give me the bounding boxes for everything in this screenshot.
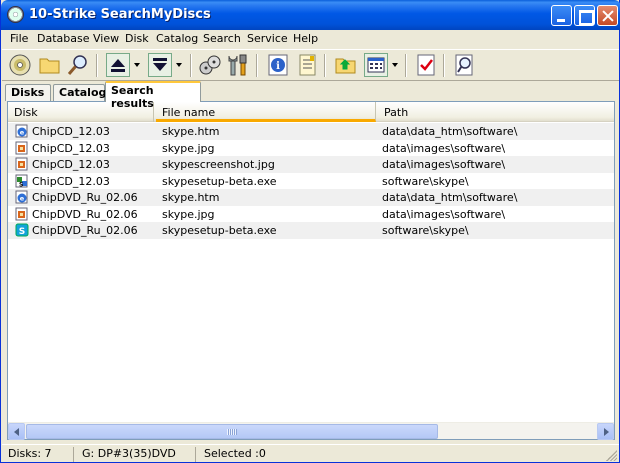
- svg-text:e: e: [20, 195, 25, 203]
- tab-catalog[interactable]: Catalog: [53, 84, 106, 101]
- toolbar-separator: [405, 54, 407, 77]
- row-path: data\data_htm\software\: [382, 191, 518, 204]
- table-row[interactable]: S ChipCD_12.03 skypesetup-beta.exe softw…: [8, 173, 614, 190]
- html-file-icon: e: [15, 190, 28, 204]
- tab-search-results[interactable]: Search results: [105, 81, 201, 110]
- eject-dropdown-arrow[interactable]: [134, 63, 140, 67]
- row-file-name: skypescreenshot.jpg: [162, 158, 275, 171]
- title-bar[interactable]: 10-Strike SearchMyDiscs: [1, 0, 620, 30]
- table-row[interactable]: ChipCD_12.03 skype.jpg data\images\softw…: [8, 140, 614, 157]
- table-row[interactable]: e ChipDVD_Ru_02.06 skype.htm data\data_h…: [8, 189, 614, 206]
- image-file-icon: [15, 141, 28, 154]
- scan-reels-icon[interactable]: [198, 53, 222, 77]
- menu-help[interactable]: Help: [293, 32, 318, 45]
- load-dropdown-arrow[interactable]: [176, 63, 182, 67]
- disk-info-icon[interactable]: i: [266, 53, 290, 77]
- table-row[interactable]: S ChipDVD_Ru_02.06 skypesetup-beta.exe s…: [8, 222, 614, 239]
- svg-text:i: i: [276, 61, 280, 72]
- window-title: 10-Strike SearchMyDiscs: [29, 7, 211, 22]
- row-path: data\images\software\: [382, 141, 506, 155]
- svg-text:e: e: [20, 129, 25, 137]
- row-file-name: skype.jpg: [162, 207, 215, 221]
- row-disk: ChipCD_12.03: [32, 158, 110, 171]
- scroll-grip-icon: [227, 429, 237, 435]
- row-file-name: skype.jpg: [162, 141, 215, 155]
- row-disk: ChipCD_12.03: [32, 125, 110, 138]
- scroll-right-button[interactable]: [597, 423, 614, 440]
- column-header-file-name[interactable]: File name: [156, 102, 376, 122]
- tab-disks[interactable]: Disks: [5, 84, 51, 101]
- menu-search[interactable]: Search: [203, 32, 241, 45]
- toolbar-separator: [96, 54, 98, 77]
- status-disks: Disks: 7: [4, 447, 74, 462]
- app-window: 10-Strike SearchMyDiscs File Database Vi…: [0, 0, 620, 463]
- open-folder-icon[interactable]: [38, 53, 62, 77]
- row-path: data\data_htm\software\: [382, 125, 518, 138]
- toolbar-separator: [256, 54, 258, 77]
- close-button[interactable]: [597, 5, 618, 26]
- up-folder-icon[interactable]: [334, 53, 358, 77]
- table-row[interactable]: ChipCD_12.03 skypescreenshot.jpg data\im…: [8, 156, 614, 173]
- cd-add-icon[interactable]: [8, 53, 32, 77]
- menu-bar: File Database View Disk Catalog Search S…: [2, 30, 619, 49]
- scroll-thumb[interactable]: [26, 424, 438, 439]
- row-path: software\skype\: [382, 174, 469, 188]
- status-selected: Selected :0: [204, 447, 266, 460]
- toolbar: i: [2, 49, 619, 81]
- status-bar: Disks: 7 G: DP#3(35)DVD Selected :0: [2, 444, 619, 462]
- search-doc-icon[interactable]: [452, 53, 476, 77]
- menu-file[interactable]: File: [10, 32, 28, 45]
- toolbar-separator: [443, 54, 445, 77]
- row-disk: ChipCD_12.03: [32, 141, 110, 155]
- catalog-report-icon[interactable]: [296, 53, 320, 77]
- check-list-icon[interactable]: [414, 53, 438, 77]
- list-header: Disk File name Path: [8, 102, 614, 122]
- table-row[interactable]: e ChipCD_12.03 skype.htm data\data_htm\s…: [8, 123, 614, 140]
- tools-icon[interactable]: [226, 53, 250, 77]
- menu-service[interactable]: Service: [247, 32, 288, 45]
- image-file-icon: [15, 157, 28, 171]
- search-results-list[interactable]: Disk File name Path e ChipCD_12.03 skype…: [7, 101, 615, 440]
- maximize-button[interactable]: [574, 5, 595, 26]
- list-rows: e ChipCD_12.03 skype.htm data\data_htm\s…: [8, 123, 614, 239]
- row-path: software\skype\: [382, 224, 469, 237]
- row-disk: ChipCD_12.03: [32, 174, 110, 188]
- resize-grip-icon[interactable]: [606, 450, 617, 461]
- html-file-icon: e: [15, 124, 28, 138]
- view-dropdown-arrow[interactable]: [392, 63, 398, 67]
- image-file-icon: [15, 207, 28, 220]
- status-drive: G: DP#3(35)DVD: [78, 447, 196, 462]
- row-path: data\images\software\: [382, 207, 506, 221]
- row-file-name: skypesetup-beta.exe: [162, 224, 277, 237]
- svg-text:S: S: [19, 227, 25, 237]
- installer-file-icon: S: [15, 223, 29, 237]
- row-file-name: skype.htm: [162, 125, 220, 138]
- menu-catalog[interactable]: Catalog: [156, 32, 198, 45]
- row-file-name: skype.htm: [162, 191, 220, 204]
- row-path: data\images\software\: [382, 158, 506, 171]
- menu-database[interactable]: Database: [37, 32, 90, 45]
- menu-disk[interactable]: Disk: [125, 32, 149, 45]
- minimize-button[interactable]: [551, 5, 572, 26]
- eject-icon[interactable]: [106, 53, 130, 77]
- scroll-left-button[interactable]: [8, 423, 25, 440]
- setup-file-icon: S: [15, 174, 28, 188]
- view-mode-icon[interactable]: [364, 53, 388, 77]
- toolbar-separator: [190, 54, 192, 77]
- row-disk: ChipDVD_Ru_02.06: [32, 224, 138, 237]
- load-icon[interactable]: [148, 53, 172, 77]
- toolbar-separator: [324, 54, 326, 77]
- app-disc-icon: [7, 6, 24, 23]
- row-disk: ChipDVD_Ru_02.06: [32, 191, 138, 204]
- find-icon[interactable]: [66, 53, 90, 77]
- table-row[interactable]: ChipDVD_Ru_02.06 skype.jpg data\images\s…: [8, 206, 614, 223]
- menu-view[interactable]: View: [93, 32, 119, 45]
- column-header-path[interactable]: Path: [378, 102, 614, 122]
- horizontal-scrollbar[interactable]: [8, 422, 614, 440]
- svg-text:S: S: [19, 181, 23, 188]
- row-file-name: skypesetup-beta.exe: [162, 174, 277, 188]
- row-disk: ChipDVD_Ru_02.06: [32, 207, 138, 221]
